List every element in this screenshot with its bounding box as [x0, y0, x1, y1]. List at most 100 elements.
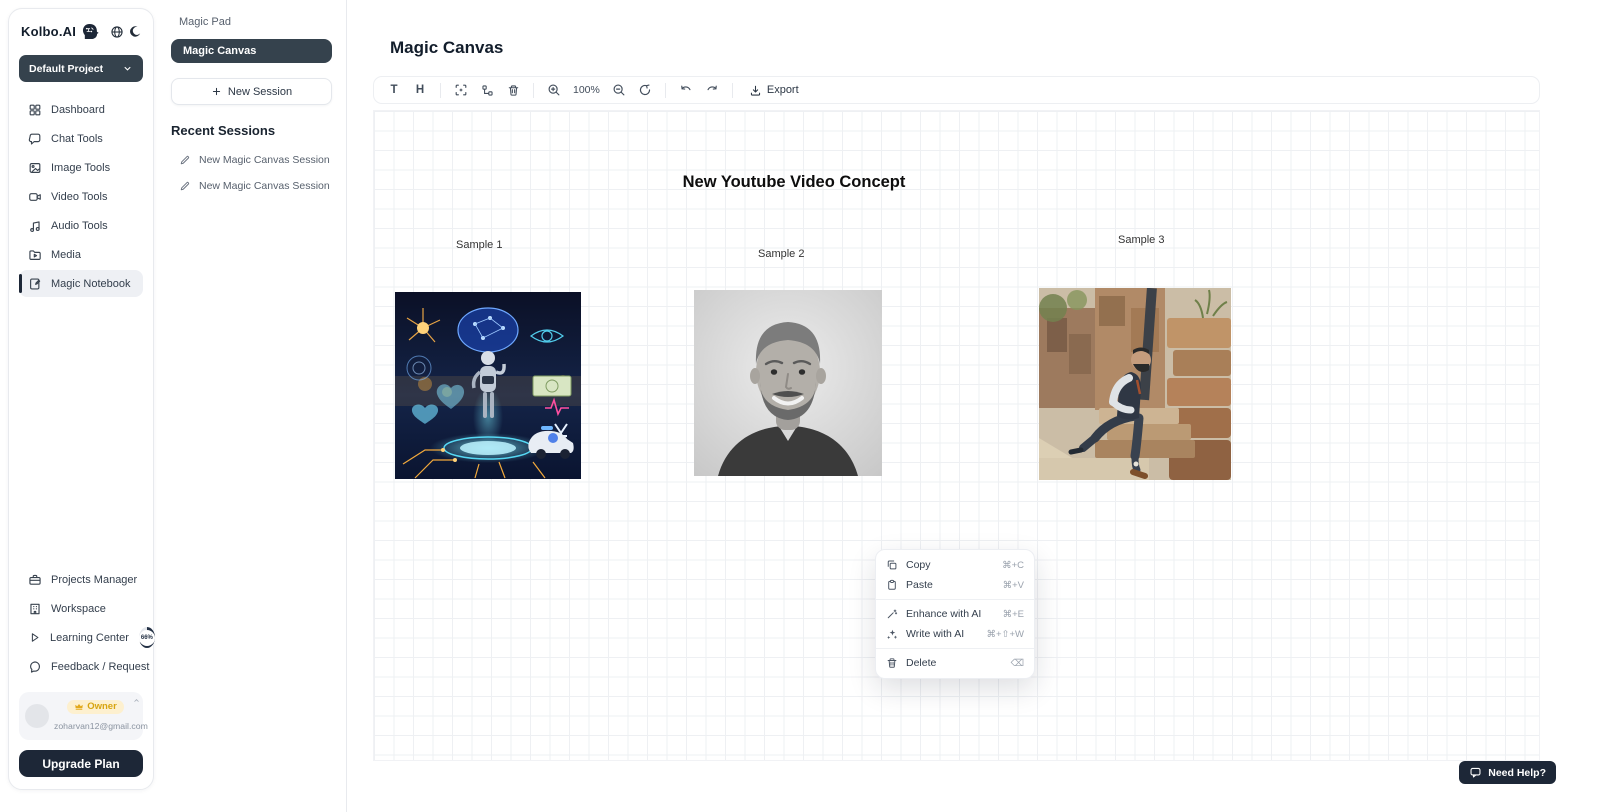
sample-2-image[interactable] [694, 290, 882, 476]
magic-wand-icon [886, 608, 898, 620]
sidebar-item-video-tools[interactable]: Video Tools [19, 183, 143, 210]
tab-magic-canvas[interactable]: Magic Canvas [171, 39, 332, 63]
sample-1-label[interactable]: Sample 1 [456, 239, 502, 251]
sidebar-item-label: Audio Tools [51, 220, 108, 232]
chat-icon [28, 132, 42, 146]
building-icon [28, 602, 42, 616]
sidebar-item-label: Media [51, 249, 81, 261]
dashboard-icon [28, 103, 42, 117]
export-label: Export [767, 84, 799, 96]
context-menu-divider [876, 648, 1034, 649]
feedback-bubble-icon [28, 660, 42, 674]
sidebar-item-workspace[interactable]: Workspace [19, 595, 143, 622]
sidebar-item-dashboard[interactable]: Dashboard [19, 96, 143, 123]
trash-icon [886, 657, 898, 669]
language-globe-icon[interactable] [110, 25, 124, 39]
video-icon [28, 190, 42, 204]
context-menu-item-copy[interactable]: Copy ⌘+C [876, 555, 1034, 575]
flowchart-tool-button[interactable] [475, 79, 499, 101]
avatar [25, 704, 49, 728]
main-canvas-area: Magic Canvas T H 100% Export New Youtube… [347, 0, 1600, 812]
pencil-icon [179, 154, 191, 166]
sidebar-item-learning-center[interactable]: Learning Center 66% [19, 624, 143, 651]
zoom-in-icon [547, 83, 561, 97]
session-label: New Magic Canvas Session [199, 154, 330, 166]
sidebar-item-label: Learning Center [50, 632, 129, 644]
sample-1-image[interactable] [395, 292, 581, 479]
flowchart-icon [481, 84, 494, 97]
sidebar-item-label: Image Tools [51, 162, 110, 174]
sidebar-item-feedback[interactable]: Feedback / Request [19, 653, 143, 680]
upgrade-plan-button[interactable]: Upgrade Plan [19, 750, 143, 777]
toolbar-divider [665, 83, 666, 98]
sidebar-item-magic-notebook[interactable]: Magic Notebook [19, 270, 143, 297]
project-selector[interactable]: Default Project [19, 55, 143, 82]
new-session-button[interactable]: New Session [171, 78, 332, 105]
plus-icon [211, 86, 222, 97]
delete-tool-button[interactable] [501, 79, 525, 101]
zoom-in-button[interactable] [542, 79, 566, 101]
focus-capture-icon [454, 83, 468, 97]
export-button[interactable]: Export [741, 79, 807, 101]
zoom-out-button[interactable] [607, 79, 631, 101]
heading-tool-button[interactable]: H [408, 79, 432, 101]
learning-progress-badge: 66% [139, 627, 155, 648]
need-help-label: Need Help? [1488, 767, 1546, 779]
sidebar-item-image-tools[interactable]: Image Tools [19, 154, 143, 181]
reset-view-button[interactable] [633, 79, 657, 101]
undo-icon [679, 83, 693, 97]
sidebar-nav: Dashboard Chat Tools Image Tools Video T… [19, 96, 143, 297]
context-menu: Copy ⌘+C Paste ⌘+V Enhance with AI ⌘+E W… [875, 549, 1035, 679]
context-menu-item-enhance-with-ai[interactable]: Enhance with AI ⌘+E [876, 604, 1034, 624]
sample-2-label[interactable]: Sample 2 [758, 248, 804, 260]
briefcase-icon [28, 573, 42, 587]
tab-magic-pad[interactable]: Magic Pad [171, 12, 332, 32]
image-icon [28, 161, 42, 175]
context-menu-item-delete[interactable]: Delete ⌫ [876, 653, 1034, 673]
redo-icon [705, 83, 719, 97]
need-help-button[interactable]: Need Help? [1459, 761, 1556, 784]
dark-mode-moon-icon[interactable] [129, 25, 142, 38]
play-icon [28, 631, 41, 644]
redo-button[interactable] [700, 79, 724, 101]
help-chat-icon [1469, 766, 1482, 779]
canvas-toolbar: T H 100% Export [373, 76, 1540, 104]
ai-capture-tool-button[interactable] [449, 79, 473, 101]
sidebar-item-chat-tools[interactable]: Chat Tools [19, 125, 143, 152]
download-icon [749, 84, 762, 97]
user-email: zoharvan12@gmail.com [54, 721, 148, 731]
session-list-item[interactable]: New Magic Canvas Session [171, 173, 332, 199]
sidebar-footer-nav: Projects Manager Workspace Learning Cent… [19, 566, 143, 680]
sparkles-icon [886, 628, 898, 640]
sample-3-label[interactable]: Sample 3 [1118, 234, 1164, 246]
sidebar-item-media[interactable]: Media [19, 241, 143, 268]
copy-icon [886, 559, 898, 571]
pencil-icon [179, 180, 191, 192]
session-label: New Magic Canvas Session [199, 180, 330, 192]
canvas-board[interactable]: New Youtube Video Concept Sample 1 Sampl… [373, 110, 1540, 761]
text-tool-button[interactable]: T [382, 79, 406, 101]
user-profile-card[interactable]: Owner zoharvan12@gmail.com [19, 692, 143, 740]
brand-logo-text: Kolbo.AI [21, 24, 76, 39]
sidebar-item-label: Projects Manager [51, 574, 137, 586]
paste-icon [886, 579, 898, 591]
session-list-item[interactable]: New Magic Canvas Session [171, 147, 332, 173]
sidebar-item-projects-manager[interactable]: Projects Manager [19, 566, 143, 593]
toolbar-divider [440, 83, 441, 98]
context-menu-item-paste[interactable]: Paste ⌘+V [876, 575, 1034, 595]
context-menu-item-write-with-ai[interactable]: Write with AI ⌘+⇧+W [876, 624, 1034, 644]
new-session-label: New Session [228, 86, 292, 98]
toolbar-divider [533, 83, 534, 98]
sidebar-item-audio-tools[interactable]: Audio Tools [19, 212, 143, 239]
app-sidebar: Kolbo.AI Default Project Dashboard Chat … [8, 8, 154, 790]
recent-sessions-header: Recent Sessions [171, 123, 332, 138]
page-title: Magic Canvas [390, 38, 503, 58]
sidebar-item-label: Chat Tools [51, 133, 103, 145]
undo-button[interactable] [674, 79, 698, 101]
trash-icon [507, 84, 520, 97]
sample-3-image[interactable] [1039, 288, 1231, 480]
chevron-down-icon [122, 63, 133, 74]
toolbar-divider [732, 83, 733, 98]
board-title-text[interactable]: New Youtube Video Concept [674, 173, 914, 192]
chevron-up-icon [133, 697, 140, 704]
